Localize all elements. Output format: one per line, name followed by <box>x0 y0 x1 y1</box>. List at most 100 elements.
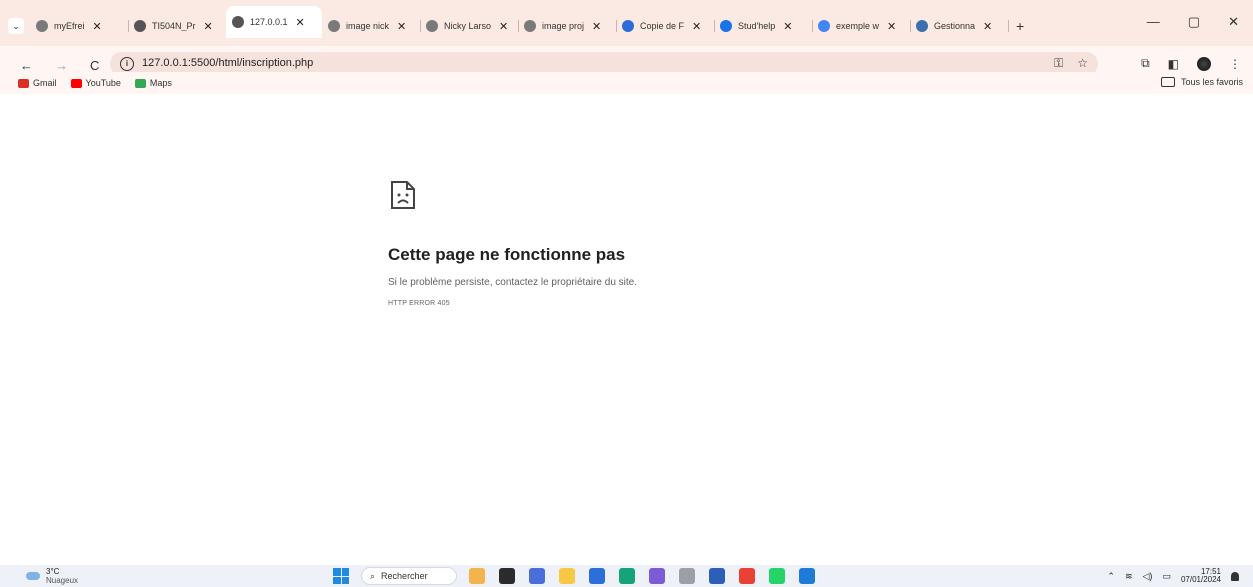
taskbar-app-7-icon[interactable] <box>679 568 695 584</box>
reload-button[interactable]: C <box>90 58 99 73</box>
chevron-up-icon[interactable]: ⌃ <box>1107 571 1115 582</box>
search-label: Rechercher <box>381 571 428 581</box>
error-message: Si le problème persiste, contactez le pr… <box>388 277 638 288</box>
all-bookmarks-button[interactable]: Tous les favoris <box>1160 77 1243 87</box>
tab-separator <box>1008 20 1009 32</box>
tab-title: myEfrei <box>54 21 85 31</box>
pinned-apps <box>469 568 815 584</box>
volume-icon[interactable]: ◁) <box>1143 571 1153 582</box>
tab-favicon-icon <box>720 20 732 32</box>
taskbar-app-10-icon[interactable] <box>769 568 785 584</box>
password-key-icon[interactable]: ⚿ <box>1054 56 1063 71</box>
tabs-row: ⌄ myEfrei ✕ TI504N_Pr ✕ 127.0.0.1 ✕ image nick… <box>0 6 1253 38</box>
tab-title: TI504N_Pr <box>152 21 196 31</box>
tab-close-icon[interactable]: ✕ <box>592 20 601 33</box>
bookmark-label: YouTube <box>85 78 121 88</box>
taskbar-app-1-icon[interactable] <box>499 568 515 584</box>
close-window-button[interactable]: ✕ <box>1228 14 1239 30</box>
tab-favicon-icon <box>524 20 536 32</box>
nav-buttons: ← → C <box>20 58 99 73</box>
tab-list: myEfrei ✕ TI504N_Pr ✕ 127.0.0.1 ✕ image nick ✕ N… <box>30 6 1009 38</box>
bookmark-youtube[interactable]: YouTube <box>70 78 121 88</box>
taskbar-app-4-icon[interactable] <box>589 568 605 584</box>
tab-5[interactable]: image proj ✕ <box>518 14 617 38</box>
window-controls: — ▢ ✕ <box>1147 14 1253 30</box>
bookmark-label: Gmail <box>33 78 57 88</box>
tab-title: Stud'help <box>738 21 776 31</box>
wifi-icon[interactable]: ≋ <box>1125 571 1133 582</box>
tab-4[interactable]: Nicky Larso ✕ <box>420 14 519 38</box>
weather-widget[interactable]: 3°C Nuageux <box>26 567 78 585</box>
tab-1[interactable]: TI504N_Pr ✕ <box>128 14 227 38</box>
taskbar-app-2-icon[interactable] <box>529 568 545 584</box>
menu-icon[interactable]: ⋮ <box>1229 57 1241 71</box>
back-button[interactable]: ← <box>20 58 33 73</box>
tab-favicon-icon <box>134 20 146 32</box>
tab-search-button[interactable]: ⌄ <box>8 18 24 34</box>
tab-6[interactable]: Copie de F ✕ <box>616 14 715 38</box>
taskbar-app-3-icon[interactable] <box>559 568 575 584</box>
extensions-icon[interactable]: ⧉ <box>1141 56 1150 71</box>
cloud-icon <box>26 572 40 580</box>
bookmarks-bar: Gmail YouTube Maps Tous les favoris <box>0 72 1253 94</box>
search-icon: ⌕ <box>370 570 376 581</box>
tab-7[interactable]: Stud'help ✕ <box>714 14 813 38</box>
minimize-button[interactable]: — <box>1147 14 1160 30</box>
tab-favicon-icon <box>426 20 438 32</box>
new-tab-button[interactable]: + <box>1016 18 1024 34</box>
bookmark-maps[interactable]: Maps <box>134 78 172 88</box>
tab-close-icon[interactable]: ✕ <box>887 20 896 33</box>
tab-title: Gestionna <box>934 21 976 31</box>
sad-page-icon <box>391 181 415 209</box>
omnibox-actions: ⚿ ☆ <box>1054 56 1088 71</box>
tab-strip: ⌄ myEfrei ✕ TI504N_Pr ✕ 127.0.0.1 ✕ image nick… <box>0 0 1253 46</box>
taskbar-app-11-icon[interactable] <box>799 568 815 584</box>
bookmark-gmail[interactable]: Gmail <box>18 78 57 88</box>
taskbar-app-9-icon[interactable] <box>739 568 755 584</box>
url-text[interactable]: 127.0.0.1:5500/html/inscription.php <box>142 57 313 69</box>
tab-close-icon[interactable]: ✕ <box>93 20 102 33</box>
battery-icon[interactable]: ▭ <box>1162 571 1171 582</box>
taskbar-app-0-icon[interactable] <box>469 568 485 584</box>
tab-title: 127.0.0.1 <box>250 17 288 27</box>
clock-date: 07/01/2024 <box>1180 575 1221 584</box>
tab-close-icon[interactable]: ✕ <box>692 20 701 33</box>
site-info-icon[interactable]: i <box>120 57 134 71</box>
tab-3[interactable]: image nick ✕ <box>322 14 421 38</box>
taskbar-app-8-icon[interactable] <box>709 568 725 584</box>
tab-8[interactable]: exemple w ✕ <box>812 14 911 38</box>
tab-title: Copie de F <box>640 21 685 31</box>
taskbar-app-6-icon[interactable] <box>649 568 665 584</box>
tab-close-icon[interactable]: ✕ <box>296 16 305 29</box>
taskbar-apps: ⌕ Rechercher <box>333 567 815 585</box>
taskbar: 3°C Nuageux ⌕ Rechercher ⌃ ≋ ◁) ▭ 17:51 … <box>0 565 1253 587</box>
all-bookmarks-label: Tous les favoris <box>1180 77 1243 87</box>
system-tray: ⌃ ≋ ◁) ▭ 17:51 07/01/2024 <box>1107 568 1239 584</box>
tab-close-icon[interactable]: ✕ <box>397 20 406 33</box>
weather-desc: Nuageux <box>46 576 79 585</box>
bookmark-star-icon[interactable]: ☆ <box>1077 56 1088 71</box>
taskbar-search[interactable]: ⌕ Rechercher <box>361 567 457 585</box>
tab-close-icon[interactable]: ✕ <box>783 20 792 33</box>
side-panel-icon[interactable]: ◧ <box>1168 57 1179 71</box>
tab-favicon-icon <box>328 20 340 32</box>
tab-2[interactable]: 127.0.0.1 ✕ <box>226 6 322 38</box>
youtube-icon <box>70 78 82 88</box>
start-button[interactable] <box>333 568 349 584</box>
clock[interactable]: 17:51 07/01/2024 <box>1181 568 1221 584</box>
tab-close-icon[interactable]: ✕ <box>983 20 992 33</box>
weather-temp: 3°C <box>46 567 60 576</box>
maximize-button[interactable]: ▢ <box>1188 14 1200 30</box>
tab-favicon-icon <box>232 16 244 28</box>
tab-title: Nicky Larso <box>444 21 492 31</box>
tab-close-icon[interactable]: ✕ <box>204 20 213 33</box>
folder-icon <box>1160 77 1175 87</box>
tab-0[interactable]: myEfrei ✕ <box>30 14 129 38</box>
profile-avatar[interactable] <box>1197 56 1211 71</box>
tab-favicon-icon <box>622 20 634 32</box>
notification-bell-icon[interactable] <box>1231 571 1239 581</box>
taskbar-app-5-icon[interactable] <box>619 568 635 584</box>
tab-close-icon[interactable]: ✕ <box>499 20 508 33</box>
tab-9[interactable]: Gestionna ✕ <box>910 14 1009 38</box>
forward-button[interactable]: → <box>55 58 68 73</box>
